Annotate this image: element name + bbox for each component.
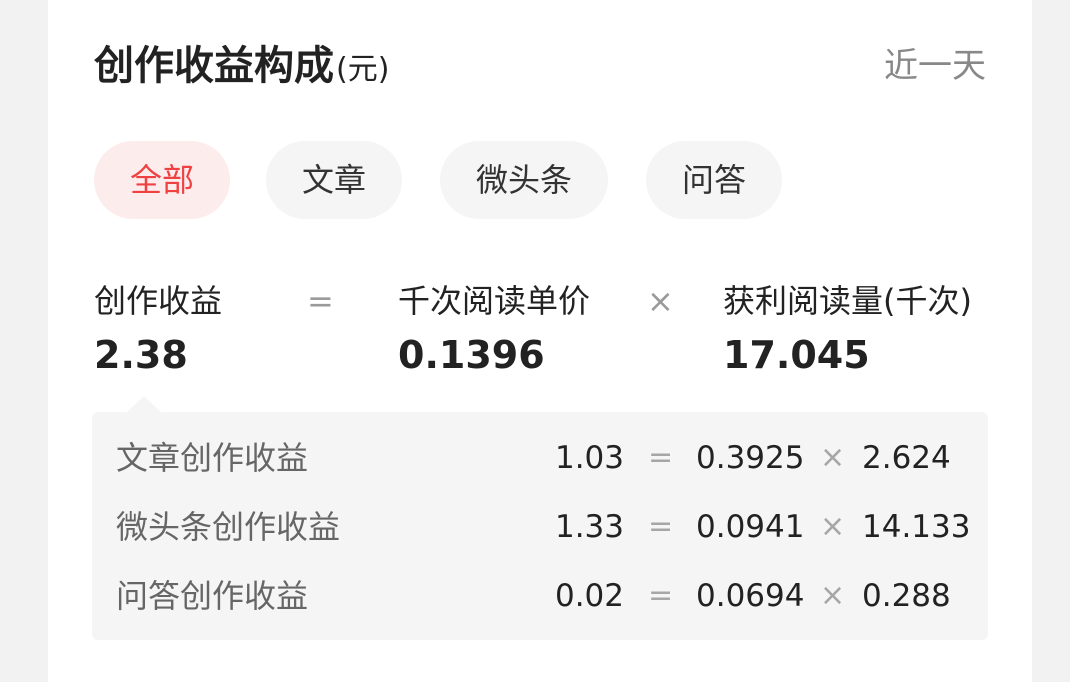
equals-sign: = (307, 282, 334, 320)
breakdown-row-articles: 文章创作收益 1.03 = 0.3925 × 2.624 (92, 432, 988, 482)
times-sign: × (820, 509, 846, 544)
breakdown-reads: 14.133 (862, 509, 971, 545)
title-text: 创作收益构成 (94, 43, 334, 89)
title-unit: (元) (336, 52, 390, 87)
tab-qa[interactable]: 问答 (646, 141, 782, 219)
breakdown-row-micro-posts: 微头条创作收益 1.33 = 0.0941 × 14.133 (92, 501, 988, 551)
earnings-label: 创作收益 (94, 282, 223, 320)
breakdown-label: 文章创作收益 (116, 439, 309, 477)
breakdown-label: 微头条创作收益 (116, 508, 341, 546)
breakdown-earnings: 0.02 (554, 578, 624, 614)
times-sign: × (820, 440, 846, 475)
breakdown-earnings: 1.33 (554, 509, 624, 545)
breakdown-price: 0.0694 (696, 578, 805, 614)
breakdown-label: 问答创作收益 (116, 577, 309, 615)
breakdown-reads: 0.288 (862, 578, 951, 614)
breakdown-price: 0.0941 (696, 509, 805, 545)
tab-all[interactable]: 全部 (94, 141, 230, 219)
breakdown-earnings: 1.03 (554, 440, 624, 476)
reads-value: 17.045 (723, 333, 870, 377)
equals-sign: = (648, 440, 674, 475)
reads-label: 获利阅读量(千次) (723, 282, 972, 320)
equals-sign: = (648, 509, 674, 544)
equals-sign: = (648, 578, 674, 613)
breakdown-panel: 文章创作收益 1.03 = 0.3925 × 2.624 微头条创作收益 1.3… (92, 412, 988, 640)
detail-pointer (126, 396, 162, 413)
earnings-card: 创作收益构成(元) 近一天 全部 文章 微头条 问答 创作收益 2.38 = 千… (48, 0, 1032, 682)
time-range-selector[interactable]: 近一天 (884, 42, 986, 90)
tab-micro-posts[interactable]: 微头条 (440, 141, 608, 219)
times-sign: × (820, 578, 846, 613)
breakdown-row-qa: 问答创作收益 0.02 = 0.0694 × 0.288 (92, 570, 988, 620)
page-title: 创作收益构成(元) (94, 40, 389, 96)
breakdown-price: 0.3925 (696, 440, 805, 476)
price-value: 0.1396 (398, 333, 545, 377)
times-sign: × (647, 282, 674, 320)
breakdown-reads: 2.624 (862, 440, 951, 476)
earnings-value: 2.38 (94, 333, 188, 377)
price-label: 千次阅读单价 (398, 282, 591, 320)
tab-articles[interactable]: 文章 (266, 141, 402, 219)
